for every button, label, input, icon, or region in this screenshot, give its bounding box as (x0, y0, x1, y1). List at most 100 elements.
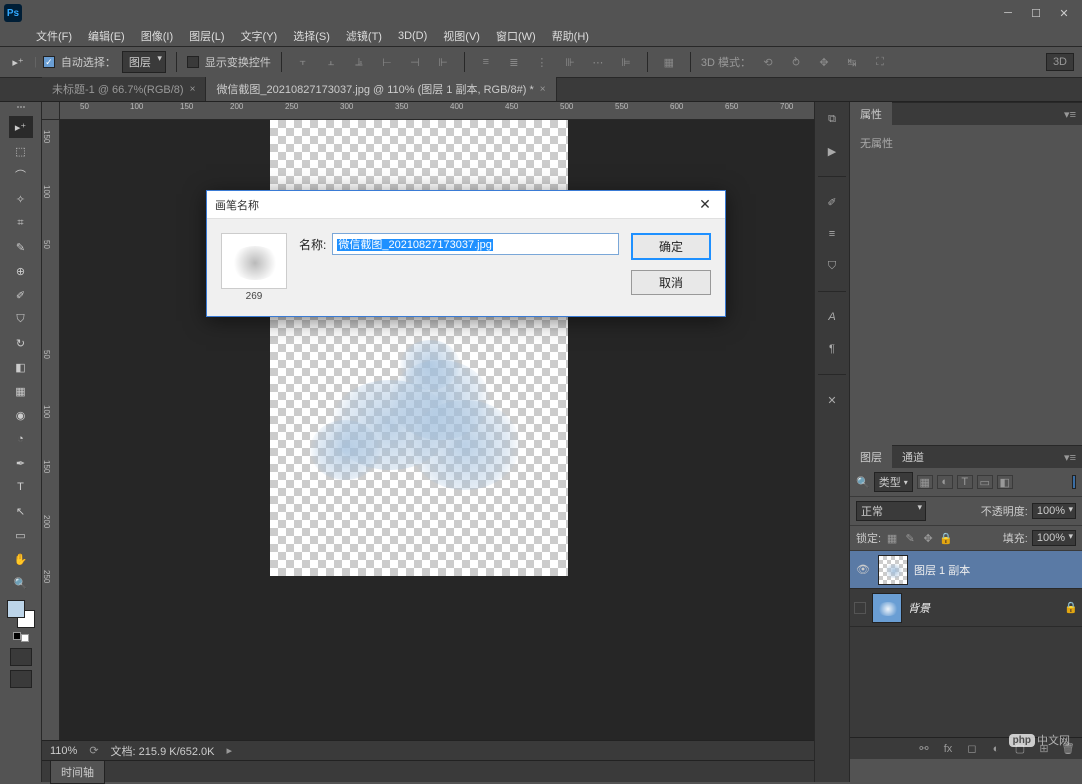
menu-image[interactable]: 图像(I) (133, 26, 181, 46)
close-window-button[interactable]: ✕ (1050, 3, 1078, 23)
3d-roll-icon[interactable]: ⥁ (785, 51, 807, 73)
visibility-icon[interactable]: 👁 (854, 561, 872, 579)
layer-row[interactable]: 👁 图层 1 副本 (850, 551, 1082, 589)
document-tab-2[interactable]: 微信截图_20210827173037.jpg @ 110% (图层 1 副本,… (206, 77, 556, 101)
3d-rotate-icon[interactable]: ⟲ (757, 51, 779, 73)
3d-scale-icon[interactable]: ⛶ (869, 51, 891, 73)
lock-position-icon[interactable]: ✥ (921, 531, 935, 545)
align-hmid-icon[interactable]: ⊣ (404, 51, 426, 73)
align-bottom-icon[interactable]: ⫡ (348, 51, 370, 73)
menu-filter[interactable]: 滤镜(T) (338, 26, 390, 46)
dist-4-icon[interactable]: ⊪ (559, 51, 581, 73)
new-adjust-icon[interactable]: ◐ (988, 741, 1004, 757)
layer-thumbnail[interactable] (878, 555, 908, 585)
filter-pixels-icon[interactable]: ▦ (917, 475, 933, 489)
minimize-button[interactable]: ─ (994, 3, 1022, 23)
eraser-tool[interactable]: ◧ (9, 356, 33, 378)
ruler-horizontal[interactable]: 50 100 150 200 250 300 350 400 450 500 5… (60, 102, 814, 120)
align-top-icon[interactable]: ⫟ (292, 51, 314, 73)
actions-panel-icon[interactable]: ▶ (821, 140, 843, 162)
blur-tool[interactable]: ◉ (9, 404, 33, 426)
filter-type-select[interactable]: 类型 ▾ (874, 472, 913, 492)
menu-3d[interactable]: 3D(D) (390, 28, 435, 44)
brush-name-input[interactable]: 微信截图_20210827173037.jpg (332, 233, 619, 255)
layer-name[interactable]: 背景 (908, 600, 1058, 616)
menu-select[interactable]: 选择(S) (285, 26, 338, 46)
para-panel-icon[interactable]: ¶ (821, 338, 843, 360)
lock-all-icon[interactable]: 🔒 (939, 531, 953, 545)
tab-2-close-icon[interactable]: × (540, 84, 546, 95)
dialog-close-button[interactable]: ✕ (693, 195, 717, 215)
layer-row[interactable]: 背景 🔒 (850, 589, 1082, 627)
dist-5-icon[interactable]: ⋯ (587, 51, 609, 73)
link-layers-icon[interactable]: ⚯ (916, 741, 932, 757)
menu-view[interactable]: 视图(V) (435, 26, 488, 46)
auto-align-icon[interactable]: ▦ (658, 51, 680, 73)
layer-thumbnail[interactable] (872, 593, 902, 623)
brush-tool[interactable]: ✐ (9, 284, 33, 306)
align-vmid-icon[interactable]: ⫠ (320, 51, 342, 73)
marquee-tool[interactable]: ⬚ (9, 140, 33, 162)
lock-pixels-icon[interactable]: ✎ (903, 531, 917, 545)
hand-tool[interactable]: ✋ (9, 548, 33, 570)
properties-tab[interactable]: 属性 (850, 102, 892, 126)
lasso-tool[interactable]: ⌒ (9, 164, 33, 186)
3d-pan-icon[interactable]: ✥ (813, 51, 835, 73)
document-tab-1[interactable]: 未标题-1 @ 66.7%(RGB/8) × (42, 77, 206, 101)
search-icon[interactable]: 🔍 (856, 476, 870, 489)
menu-help[interactable]: 帮助(H) (544, 26, 597, 46)
menu-layer[interactable]: 图层(L) (181, 26, 232, 46)
history-brush-tool[interactable]: ↻ (9, 332, 33, 354)
tab-1-close-icon[interactable]: × (190, 84, 196, 95)
auto-select-target[interactable]: 图层 (122, 51, 166, 73)
blend-mode-select[interactable]: 正常 (856, 501, 926, 521)
show-transform-checkbox[interactable] (187, 56, 199, 68)
nav-panel-icon[interactable]: ✕ (821, 389, 843, 411)
filter-shape-icon[interactable]: ▭ (977, 475, 993, 489)
color-swatch[interactable] (7, 600, 35, 628)
move-tool[interactable]: ▸⁺ (9, 116, 33, 138)
layers-menu-icon[interactable]: ▾≡ (1058, 451, 1082, 464)
crop-tool[interactable]: ⌗ (9, 212, 33, 234)
magic-wand-tool[interactable]: ✧ (9, 188, 33, 210)
brush-panel-icon[interactable]: ✐ (821, 191, 843, 213)
gradient-tool[interactable]: ▦ (9, 380, 33, 402)
char-panel-icon[interactable]: A (821, 306, 843, 328)
status-arrow-icon[interactable]: ▸ (227, 744, 233, 757)
history-panel-icon[interactable]: ⧉ (821, 108, 843, 130)
shape-tool[interactable]: ▭ (9, 524, 33, 546)
filter-smart-icon[interactable]: ◧ (997, 475, 1013, 489)
dist-6-icon[interactable]: ⊫ (615, 51, 637, 73)
menu-edit[interactable]: 编辑(E) (80, 26, 133, 46)
ok-button[interactable]: 确定 (631, 233, 711, 260)
dist-2-icon[interactable]: ≣ (503, 51, 525, 73)
timeline-tab[interactable]: 时间轴 (50, 760, 105, 784)
menu-window[interactable]: 窗口(W) (488, 26, 544, 46)
document-canvas[interactable] (270, 120, 568, 576)
maximize-button[interactable]: ☐ (1022, 3, 1050, 23)
cancel-button[interactable]: 取消 (631, 270, 711, 295)
heal-tool[interactable]: ⊕ (9, 260, 33, 282)
layer-name[interactable]: 图层 1 副本 (914, 562, 1078, 578)
dist-1-icon[interactable]: ≡ (475, 51, 497, 73)
refresh-icon[interactable]: ⟳ (89, 744, 98, 757)
channels-tab[interactable]: 通道 (892, 445, 934, 469)
align-left-icon[interactable]: ⊢ (376, 51, 398, 73)
clone-panel-icon[interactable]: ⛉ (821, 255, 843, 277)
3d-button[interactable]: 3D (1046, 53, 1074, 71)
default-colors[interactable] (13, 632, 29, 642)
foreground-color[interactable] (7, 600, 25, 618)
filter-adjust-icon[interactable]: ◐ (937, 475, 953, 489)
dist-3-icon[interactable]: ⋮ (531, 51, 553, 73)
stamp-tool[interactable]: ⛉ (9, 308, 33, 330)
pen-tool[interactable]: ✒ (9, 452, 33, 474)
auto-select-checkbox[interactable]: ✓ (43, 56, 55, 68)
layer-fx-icon[interactable]: fx (940, 741, 956, 757)
type-tool[interactable]: T (9, 476, 33, 498)
layer-mask-icon[interactable]: ◻ (964, 741, 980, 757)
dodge-tool[interactable]: ◔ (9, 428, 33, 450)
fill-value[interactable]: 100% (1032, 530, 1076, 546)
screenmode-button[interactable] (10, 670, 32, 688)
dialog-titlebar[interactable]: 画笔名称 ✕ (207, 191, 725, 219)
filter-toggle[interactable] (1072, 475, 1076, 489)
